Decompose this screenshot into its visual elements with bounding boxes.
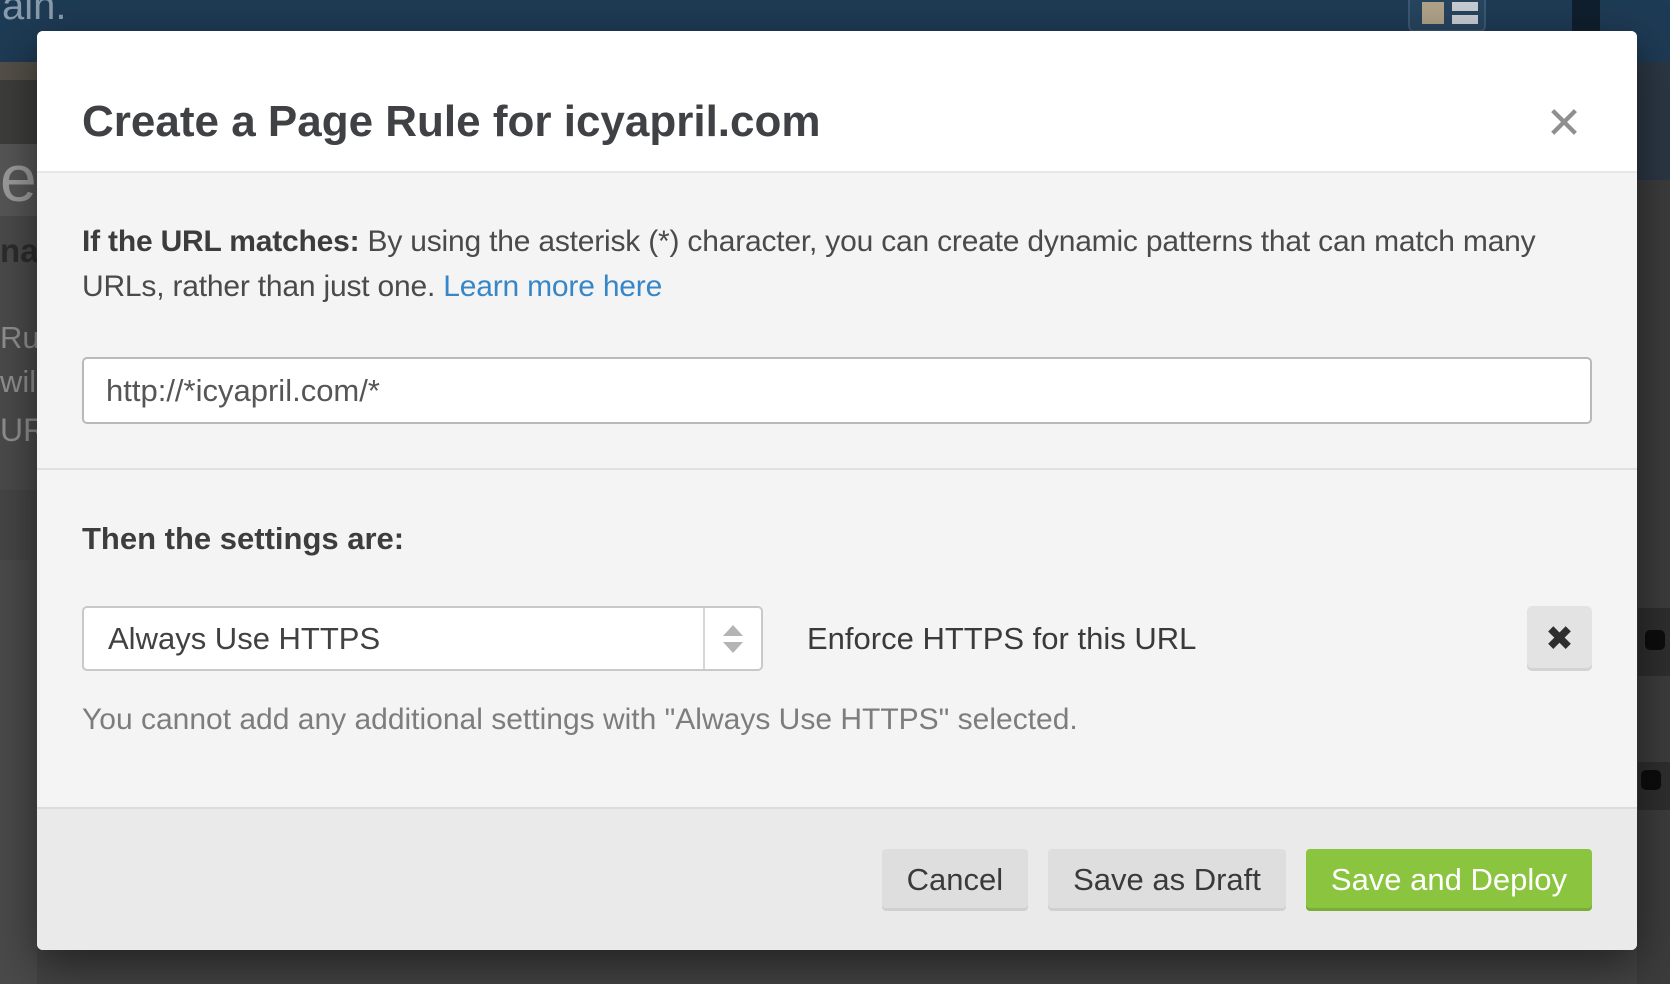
save-as-draft-button[interactable]: Save as Draft (1048, 849, 1286, 911)
layout-icon-bar (1452, 2, 1478, 11)
setting-select[interactable]: Always Use HTTPS (82, 606, 763, 671)
url-pattern-input[interactable] (82, 357, 1592, 424)
cancel-button[interactable]: Cancel (882, 849, 1029, 911)
setting-description: Enforce HTTPS for this URL (807, 606, 1196, 671)
background-text-fragment: e (0, 140, 37, 216)
modal-header: Create a Page Rule for icyapril.com ✕ (37, 31, 1637, 173)
background-band (1637, 62, 1670, 180)
background-band (0, 62, 37, 80)
section-divider (37, 468, 1637, 470)
wrench-icon (1645, 630, 1665, 650)
background-layout-icon (1408, 0, 1486, 32)
setting-select-value: Always Use HTTPS (84, 608, 703, 669)
learn-more-link[interactable]: Learn more here (443, 270, 662, 303)
remove-setting-icon[interactable]: ✖ (1527, 606, 1592, 671)
wrench-icon (1641, 770, 1661, 790)
layout-icon-square (1422, 2, 1444, 24)
url-match-description: If the URL matches: By using the asteris… (82, 219, 1562, 309)
modal-body: If the URL matches: By using the asteris… (37, 219, 1637, 779)
settings-heading: Then the settings are: (82, 521, 1592, 557)
modal-footer: Cancel Save as Draft Save and Deploy (37, 807, 1637, 950)
background-text-fragment: nav (0, 232, 37, 270)
chevron-down-icon (723, 642, 743, 653)
background-heading-fragment: ain. (2, 0, 67, 29)
select-stepper-icon[interactable] (703, 608, 761, 669)
url-match-label: If the URL matches: (82, 225, 359, 258)
background-band (0, 490, 37, 560)
close-icon[interactable]: ✕ (1541, 101, 1587, 147)
save-and-deploy-button[interactable]: Save and Deploy (1306, 849, 1592, 911)
background-right-strip (1637, 62, 1670, 984)
background-left-strip: e nav Ru will UR (0, 62, 37, 984)
background-band (0, 80, 37, 144)
setting-helper-text: You cannot add any additional settings w… (82, 703, 1592, 779)
background-text-fragment: will (0, 364, 37, 400)
chevron-up-icon (723, 625, 743, 636)
create-page-rule-modal: Create a Page Rule for icyapril.com ✕ If… (37, 31, 1637, 950)
background-text-fragment: Ru (0, 320, 37, 356)
modal-title: Create a Page Rule for icyapril.com (82, 97, 821, 147)
setting-row: Always Use HTTPS Enforce HTTPS for this … (82, 606, 1592, 671)
background-text-fragment: UR (0, 412, 37, 449)
layout-icon-bar (1452, 15, 1478, 24)
